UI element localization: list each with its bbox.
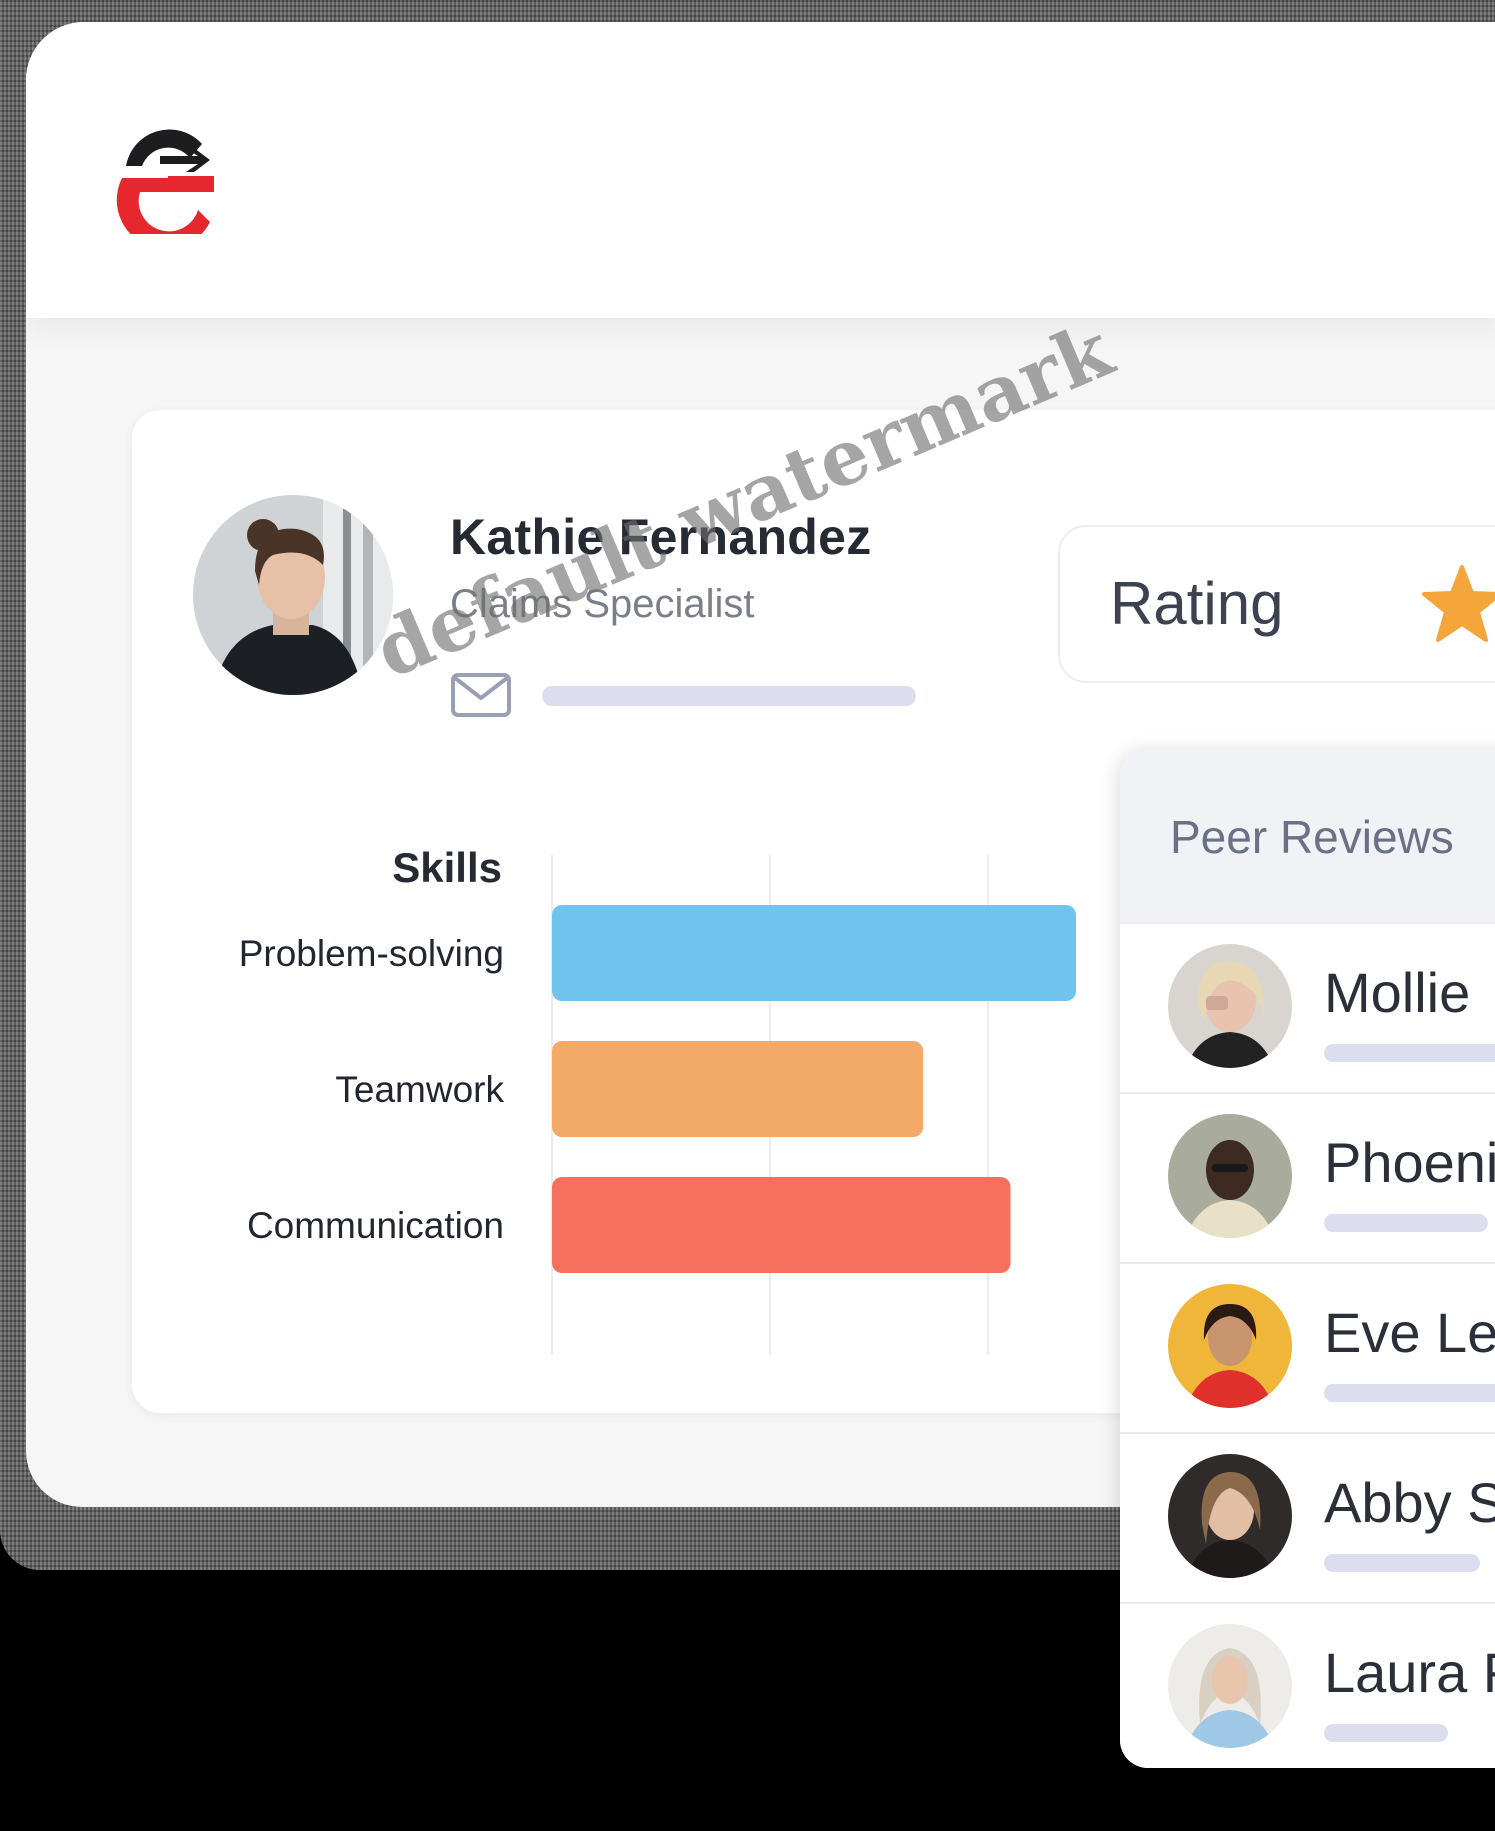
rating-label: Rating — [1110, 570, 1284, 637]
peer-reviews-panel: Peer Reviews Mollie Phoeni Eve Le Abby S… — [1120, 748, 1495, 1768]
chart-title: Skills — [392, 844, 502, 891]
reviewer-avatar — [1168, 944, 1292, 1068]
reviewer-avatar — [1168, 1284, 1292, 1408]
review-placeholder-bar — [1324, 1384, 1495, 1402]
reviewer-avatar — [1168, 1454, 1292, 1578]
reviewer-name: Phoeni — [1324, 1131, 1495, 1194]
skills-chart-svg: Skills Problem-solving Teamwork Communicati… — [239, 844, 1076, 1355]
rating-box: Rating — [1058, 525, 1495, 683]
review-item[interactable]: Laura F — [1120, 1602, 1495, 1768]
category-label: Communication — [247, 1205, 504, 1246]
profile-avatar[interactable] — [193, 495, 393, 695]
review-placeholder-bar — [1324, 1724, 1448, 1742]
profile-job-title: Claims Specialist — [450, 582, 755, 626]
reviewer-name: Mollie — [1324, 961, 1471, 1024]
review-item[interactable]: Phoeni — [1120, 1092, 1495, 1264]
review-placeholder-bar — [1324, 1554, 1480, 1572]
email-placeholder-bar — [542, 686, 916, 706]
reviewer-avatar — [1168, 1114, 1292, 1238]
company-logo[interactable] — [110, 118, 222, 234]
bar-problem-solving[interactable] — [552, 905, 1076, 1001]
bar-communication[interactable] — [552, 1177, 1011, 1273]
review-placeholder-bar — [1324, 1214, 1488, 1232]
reviewer-name: Eve Le — [1324, 1301, 1495, 1364]
review-item[interactable]: Mollie — [1120, 922, 1495, 1094]
category-label: Teamwork — [335, 1069, 504, 1110]
profile-name: Kathie Fernandez — [450, 509, 872, 565]
reviewer-name: Abby S — [1324, 1471, 1495, 1534]
review-placeholder-bar — [1324, 1044, 1495, 1062]
peer-reviews-title: Peer Reviews — [1170, 811, 1454, 863]
review-item[interactable]: Abby S — [1120, 1432, 1495, 1604]
reviewer-name: Laura F — [1324, 1641, 1495, 1704]
page: Kathie Fernandez Claims Specialist Ratin… — [0, 0, 1495, 1831]
top-header — [26, 22, 1495, 318]
reviewer-avatar — [1168, 1624, 1292, 1748]
bottom-edge — [0, 1803, 1495, 1831]
bar-teamwork[interactable] — [552, 1041, 924, 1137]
review-item[interactable]: Eve Le — [1120, 1262, 1495, 1434]
peer-reviews-header: Peer Reviews — [1120, 748, 1495, 922]
skills-chart: Skills Problem-solving Teamwork Communicati… — [132, 810, 1232, 1370]
category-label: Problem-solving — [239, 933, 504, 974]
mail-icon[interactable] — [450, 672, 512, 718]
star-icon[interactable] — [1420, 563, 1495, 645]
